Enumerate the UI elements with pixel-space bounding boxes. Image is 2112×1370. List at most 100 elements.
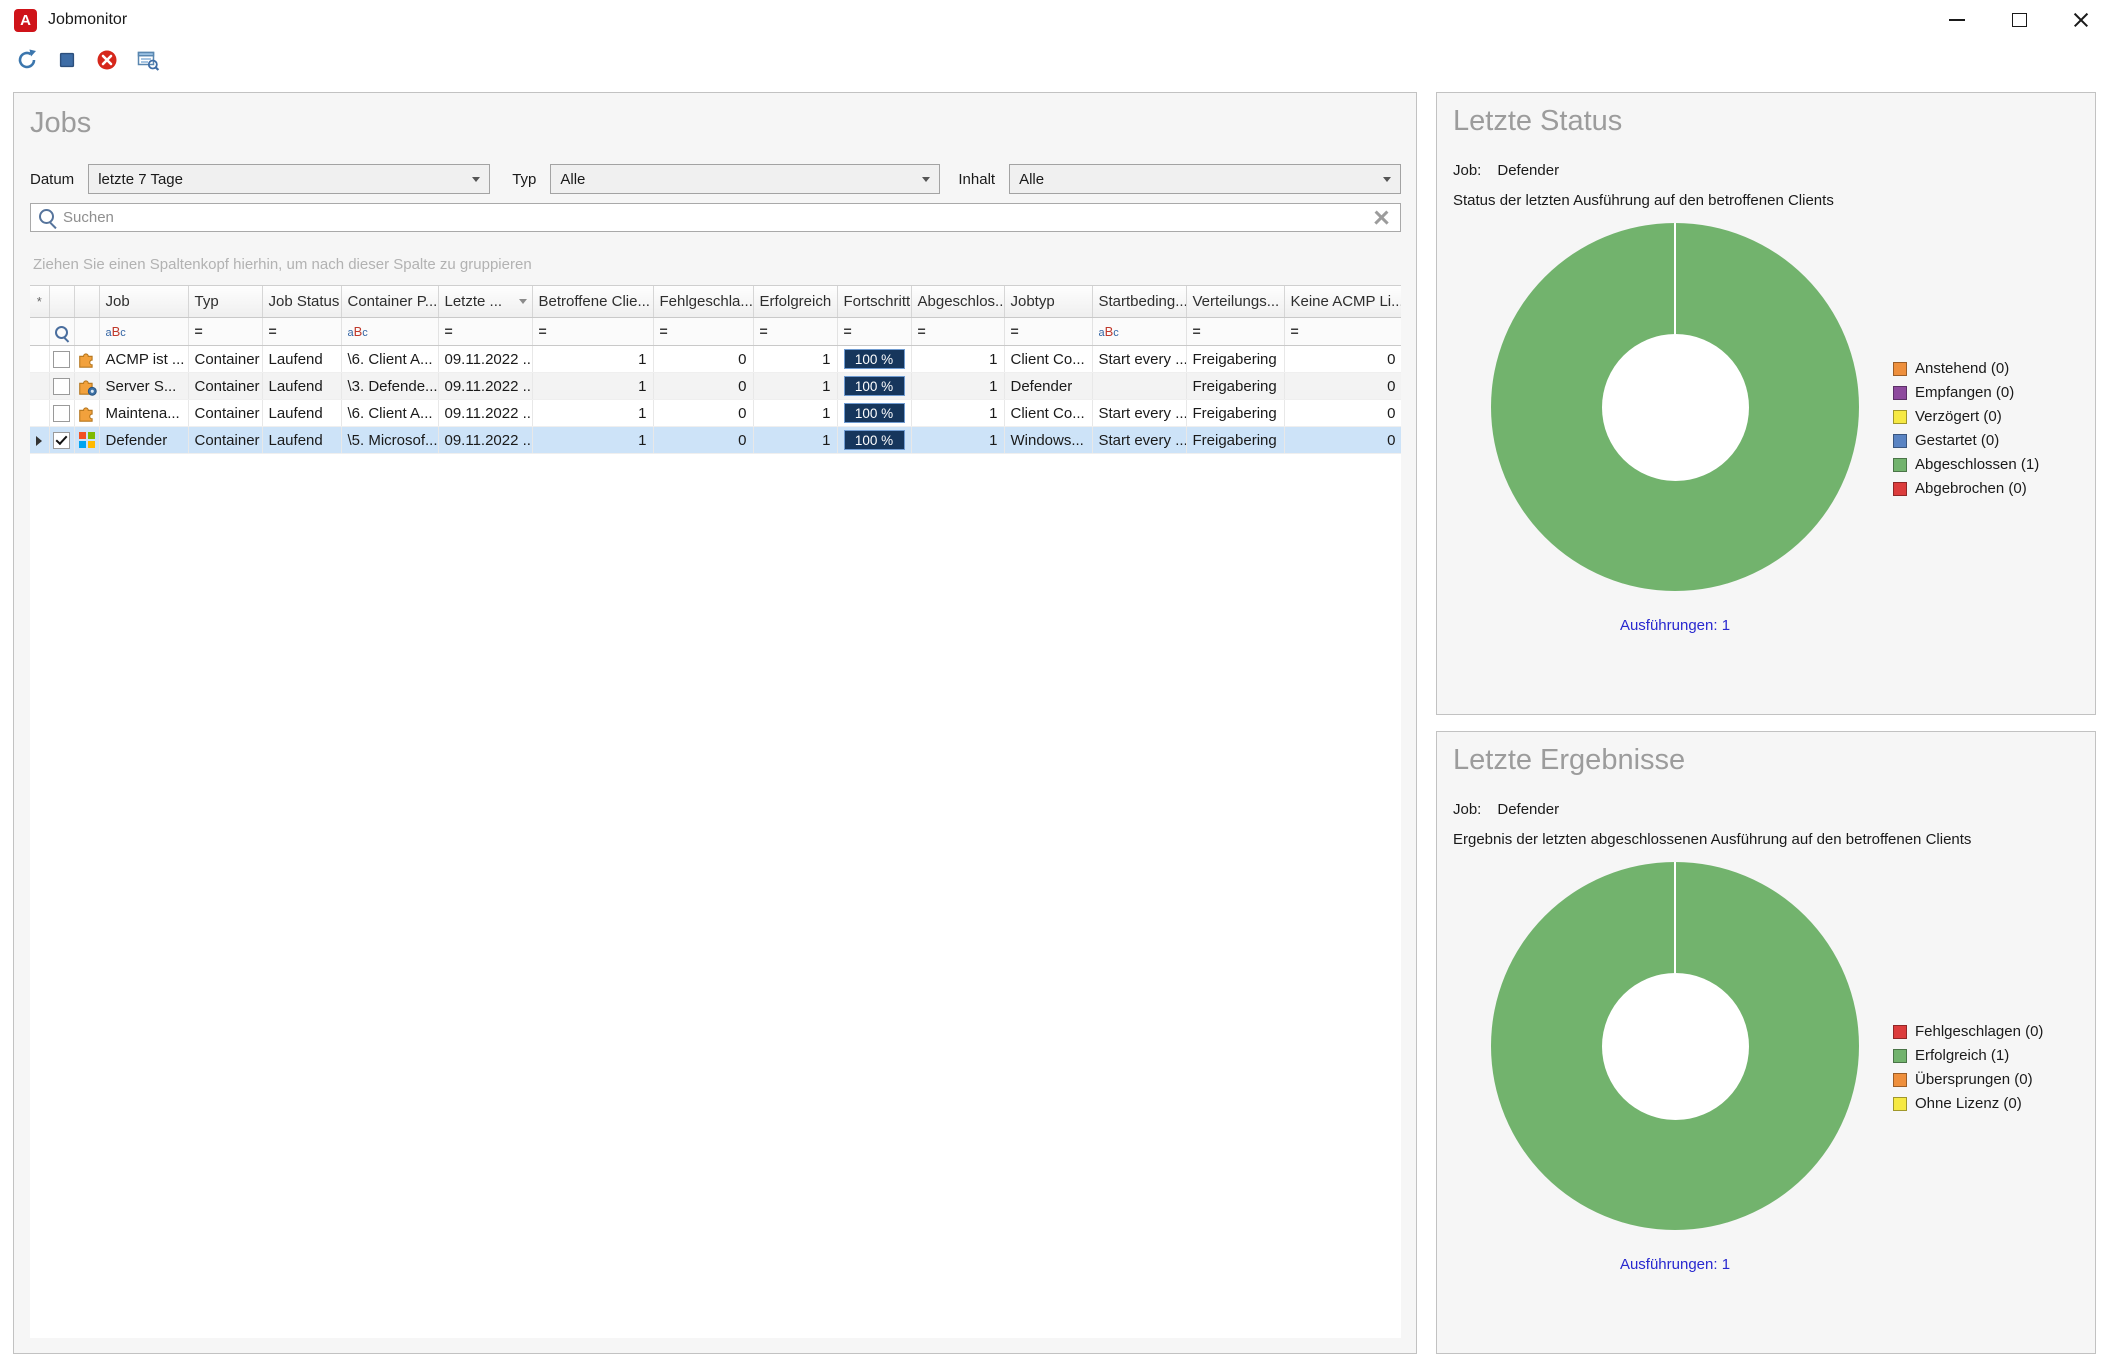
- results-legend: Fehlgeschlagen (0)Erfolgreich (1)Überspr…: [1893, 1023, 2043, 1112]
- filter-cell-verteilung[interactable]: =: [1186, 318, 1284, 346]
- stop-button[interactable]: [52, 45, 82, 75]
- maximize-icon: [2012, 13, 2027, 27]
- betroffene-cell: 1: [532, 427, 653, 454]
- table-row[interactable]: Server S...ContainerLaufend\3. Defende..…: [30, 373, 1401, 400]
- erfolgreich-cell: 1: [753, 400, 837, 427]
- status-panel-title: Letzte Status: [1453, 105, 2079, 138]
- inhalt-dropdown-value: Alle: [1019, 171, 1044, 188]
- container-cell: \6. Client A...: [341, 400, 438, 427]
- legend-item: Abgeschlossen (1): [1893, 456, 2039, 473]
- clear-search-icon[interactable]: [1372, 208, 1391, 227]
- job_status-cell: Laufend: [262, 373, 341, 400]
- row-checkbox[interactable]: [53, 351, 70, 368]
- minimize-icon: [1949, 19, 1965, 21]
- column-header-erfolgreich[interactable]: Erfolgreich: [753, 286, 837, 318]
- job-label: Job:: [1453, 162, 1481, 179]
- column-header-fortschritt[interactable]: Fortschritt: [837, 286, 911, 318]
- progress-label: 100 %: [855, 406, 893, 421]
- typ-cell: Container: [188, 373, 262, 400]
- column-header-verteilung[interactable]: Verteilungs...: [1186, 286, 1284, 318]
- filter-cell-job_status[interactable]: =: [262, 318, 341, 346]
- column-header-container[interactable]: Container P...: [341, 286, 438, 318]
- progress-bar: 100 %: [844, 430, 905, 450]
- puzzle-icon: [77, 349, 97, 369]
- fehlgeschlagen-cell: 0: [653, 346, 753, 373]
- fehlgeschlagen-cell: 0: [653, 400, 753, 427]
- startbedingung-cell: Start every ...: [1092, 427, 1186, 454]
- row-checkbox[interactable]: [53, 378, 70, 395]
- jobtyp-cell: Client Co...: [1004, 346, 1092, 373]
- title-bar: A Jobmonitor: [0, 0, 2112, 40]
- filter-cell-abgeschlossen[interactable]: =: [911, 318, 1004, 346]
- column-header-typ[interactable]: Typ: [188, 286, 262, 318]
- filter-cell-letzte[interactable]: =: [438, 318, 532, 346]
- equals-filter-icon: =: [269, 323, 277, 339]
- legend-swatch: [1893, 434, 1907, 448]
- column-header-label: Startbeding...: [1099, 293, 1187, 310]
- typ-dropdown[interactable]: Alle: [550, 164, 940, 194]
- typ-cell: Container: [188, 346, 262, 373]
- filter-cell-fortschritt[interactable]: =: [837, 318, 911, 346]
- legend-item: Übersprungen (0): [1893, 1071, 2043, 1088]
- filter-cell-icon[interactable]: [74, 318, 99, 346]
- equals-filter-icon: =: [539, 323, 547, 339]
- filter-cell-select[interactable]: [49, 318, 74, 346]
- minimize-button[interactable]: [1926, 0, 1988, 40]
- filter-cell-jobtyp[interactable]: =: [1004, 318, 1092, 346]
- table-row[interactable]: DefenderContainerLaufend\5. Microsof...0…: [30, 427, 1401, 454]
- close-button[interactable]: [2050, 0, 2112, 40]
- column-header-keine_lizenz[interactable]: Keine ACMP Li...: [1284, 286, 1401, 318]
- filter-cell-betroffene[interactable]: =: [532, 318, 653, 346]
- column-header-abgeschlossen[interactable]: Abgeschlos...: [911, 286, 1004, 318]
- job-cell: Maintena...: [99, 400, 188, 427]
- column-header-betroffene[interactable]: Betroffene Clie...: [532, 286, 653, 318]
- maximize-button[interactable]: [1988, 0, 2050, 40]
- table-row[interactable]: Maintena...ContainerLaufend\6. Client A.…: [30, 400, 1401, 427]
- row-checkbox[interactable]: [53, 432, 70, 449]
- close-icon: [2072, 11, 2090, 29]
- filter-cell-keine_lizenz[interactable]: =: [1284, 318, 1401, 346]
- inhalt-dropdown[interactable]: Alle: [1009, 164, 1401, 194]
- equals-filter-icon: =: [844, 323, 852, 339]
- jobtyp-cell: Windows...: [1004, 427, 1092, 454]
- job-log-button[interactable]: [132, 45, 162, 75]
- column-header-job_status[interactable]: Job Status: [262, 286, 341, 318]
- status-job-line: Job: Defender: [1453, 162, 2079, 179]
- filter-cell-job[interactable]: aBc: [99, 318, 188, 346]
- column-header-letzte[interactable]: Letzte ...: [438, 286, 532, 318]
- legend-swatch: [1893, 1049, 1907, 1063]
- legend-item: Fehlgeschlagen (0): [1893, 1023, 2043, 1040]
- container-cell: \3. Defende...: [341, 373, 438, 400]
- column-header-job[interactable]: Job: [99, 286, 188, 318]
- row-icon-cell: [74, 373, 99, 400]
- ausfuehrungen-link[interactable]: Ausführungen: 1: [1620, 1256, 1730, 1273]
- filter-cell-erfolgreich[interactable]: =: [753, 318, 837, 346]
- search-input[interactable]: [30, 203, 1401, 232]
- startbedingung-cell: Start every ...: [1092, 400, 1186, 427]
- filter-cell-fehlgeschlagen[interactable]: =: [653, 318, 753, 346]
- status-donut-wrap: Ausführungen: 1: [1491, 223, 1859, 634]
- row-checkbox[interactable]: [53, 405, 70, 422]
- ausfuehrungen-link[interactable]: Ausführungen: 1: [1620, 617, 1730, 634]
- column-header-jobtyp[interactable]: Jobtyp: [1004, 286, 1092, 318]
- column-header-startbedingung[interactable]: Startbeding...: [1092, 286, 1186, 318]
- search-filter-icon: [55, 326, 68, 339]
- filter-cell-startbedingung[interactable]: aBc: [1092, 318, 1186, 346]
- row-icon-cell: [74, 427, 99, 454]
- datum-dropdown[interactable]: letzte 7 Tage: [88, 164, 490, 194]
- row-select-cell: [49, 400, 74, 427]
- jobtyp-cell: Defender: [1004, 373, 1092, 400]
- filter-cell-typ[interactable]: =: [188, 318, 262, 346]
- equals-filter-icon: =: [760, 323, 768, 339]
- container-cell: \5. Microsof...: [341, 427, 438, 454]
- legend-item: Verzögert (0): [1893, 408, 2039, 425]
- table-row[interactable]: ACMP ist ...ContainerLaufend\6. Client A…: [30, 346, 1401, 373]
- refresh-button[interactable]: [12, 45, 42, 75]
- search-row: [30, 203, 1401, 232]
- cancel-button[interactable]: [92, 45, 122, 75]
- equals-filter-icon: =: [1193, 323, 1201, 339]
- filter-cell-container[interactable]: aBc: [341, 318, 438, 346]
- column-header-fehlgeschlagen[interactable]: Fehlgeschla...: [653, 286, 753, 318]
- erfolgreich-cell: 1: [753, 427, 837, 454]
- progress-label: 100 %: [855, 379, 893, 394]
